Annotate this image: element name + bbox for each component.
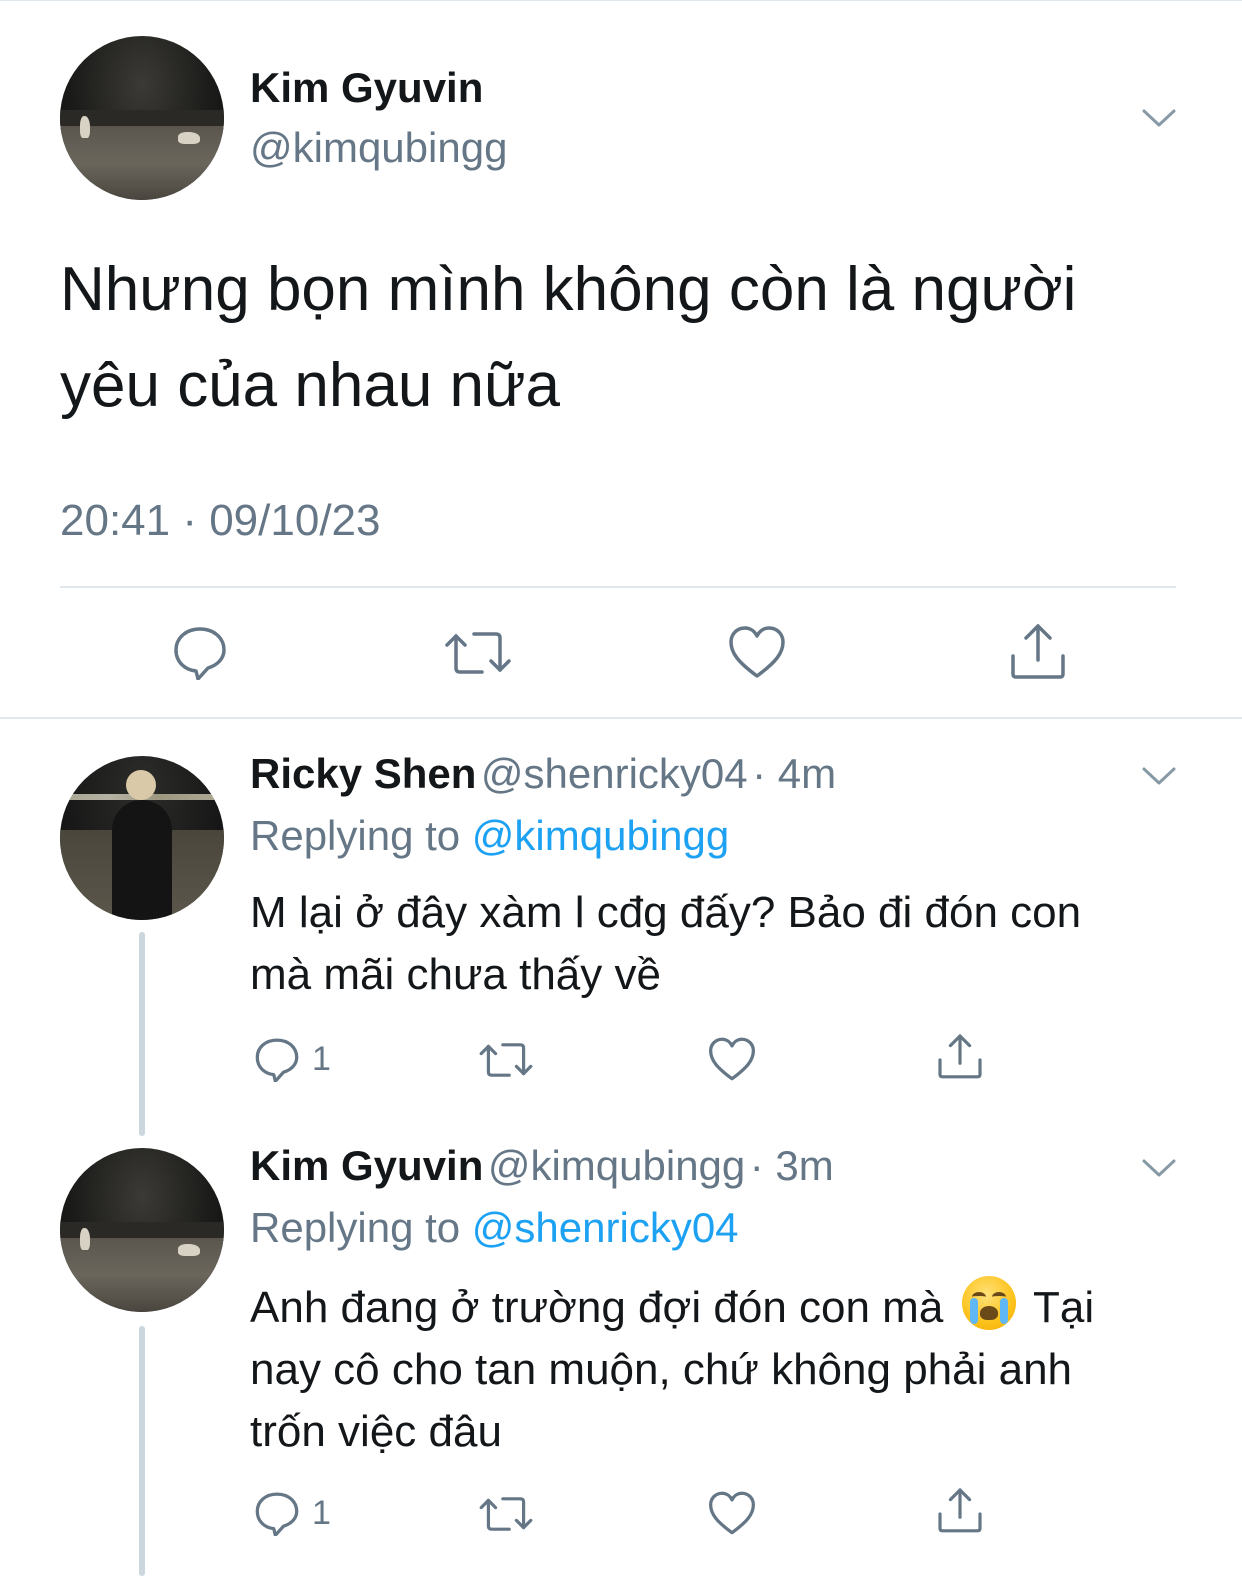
reply-icon[interactable] [254,1490,300,1536]
chevron-down-icon[interactable] [1142,766,1176,786]
author-handle[interactable]: @shenricky04 [481,750,748,797]
reply-text-line: nay cô cho tan muộn, chứ không phải anh [250,1345,1073,1394]
reply-text-line: Anh đang ở trường đợi đón con mà Tại [250,1276,1210,1339]
thread-line [139,1326,145,1576]
avatar[interactable] [60,36,224,200]
divider [60,586,1176,588]
thread-line [139,932,145,1136]
reply-icon[interactable] [254,1036,300,1082]
like-icon[interactable] [708,1036,756,1082]
reply-header: Kim Gyuvin @kimqubingg · 3m [250,1142,834,1190]
author-name[interactable]: Ricky Shen [250,750,476,797]
tweet-text-line: Nhưng bọn mình không còn là người [60,255,1077,324]
reply-count: 1 [312,1040,331,1078]
like-icon[interactable] [728,624,786,680]
tweet-text: Nhưng bọn mình không còn là người yêu củ… [60,242,1200,434]
divider [0,717,1242,719]
author-name[interactable]: Kim Gyuvin [250,64,483,112]
reply-text-segment: Anh đang ở trường đợi đón con mà [250,1283,944,1332]
tweet-text-line: yêu của nhau nữa [60,351,560,420]
retweet-icon[interactable] [478,1494,534,1534]
reply-text-line: M lại ở đây xàm l cđg đấy? Bảo đi đón co… [250,888,1082,937]
share-icon[interactable] [936,1486,984,1534]
top-border [0,0,1242,1]
reply-text-line: mà mãi chưa thấy về [250,950,661,999]
like-icon[interactable] [708,1490,756,1536]
reply-text-line: trốn việc đâu [250,1407,502,1456]
author-handle[interactable]: @kimqubingg [488,1142,745,1189]
reply-count: 1 [312,1494,331,1532]
tweet-timestamp[interactable]: 20:41 · 09/10/23 [60,496,380,546]
share-icon[interactable] [1008,622,1068,680]
replying-to: Replying to @shenricky04 [250,1204,739,1252]
author-name[interactable]: Kim Gyuvin [250,1142,483,1189]
chevron-down-icon[interactable] [1142,1158,1176,1178]
reply-text: Anh đang ở trường đợi đón con mà Tại nay… [250,1276,1210,1463]
author-handle[interactable]: @kimqubingg [250,124,507,172]
retweet-icon[interactable] [478,1040,534,1080]
replying-to: Replying to @kimqubingg [250,812,729,860]
reply-time[interactable]: · 4m [752,750,836,797]
chevron-down-icon[interactable] [1142,108,1176,128]
replying-label: Replying to [250,1204,461,1251]
share-icon[interactable] [936,1032,984,1080]
avatar[interactable] [60,756,224,920]
replying-to-link[interactable]: @shenricky04 [472,1204,739,1251]
replying-label: Replying to [250,812,461,859]
retweet-icon[interactable] [444,628,512,678]
crying-face-emoji-icon [961,1276,1016,1330]
reply-icon[interactable] [172,624,228,680]
avatar[interactable] [60,1148,224,1312]
reply-text: M lại ở đây xàm l cđg đấy? Bảo đi đón co… [250,882,1210,1006]
reply-text-segment: Tại [1032,1283,1095,1332]
replying-to-link[interactable]: @kimqubingg [472,812,729,859]
reply-header: Ricky Shen @shenricky04 · 4m [250,750,836,798]
reply-time[interactable]: · 3m [750,1142,834,1189]
